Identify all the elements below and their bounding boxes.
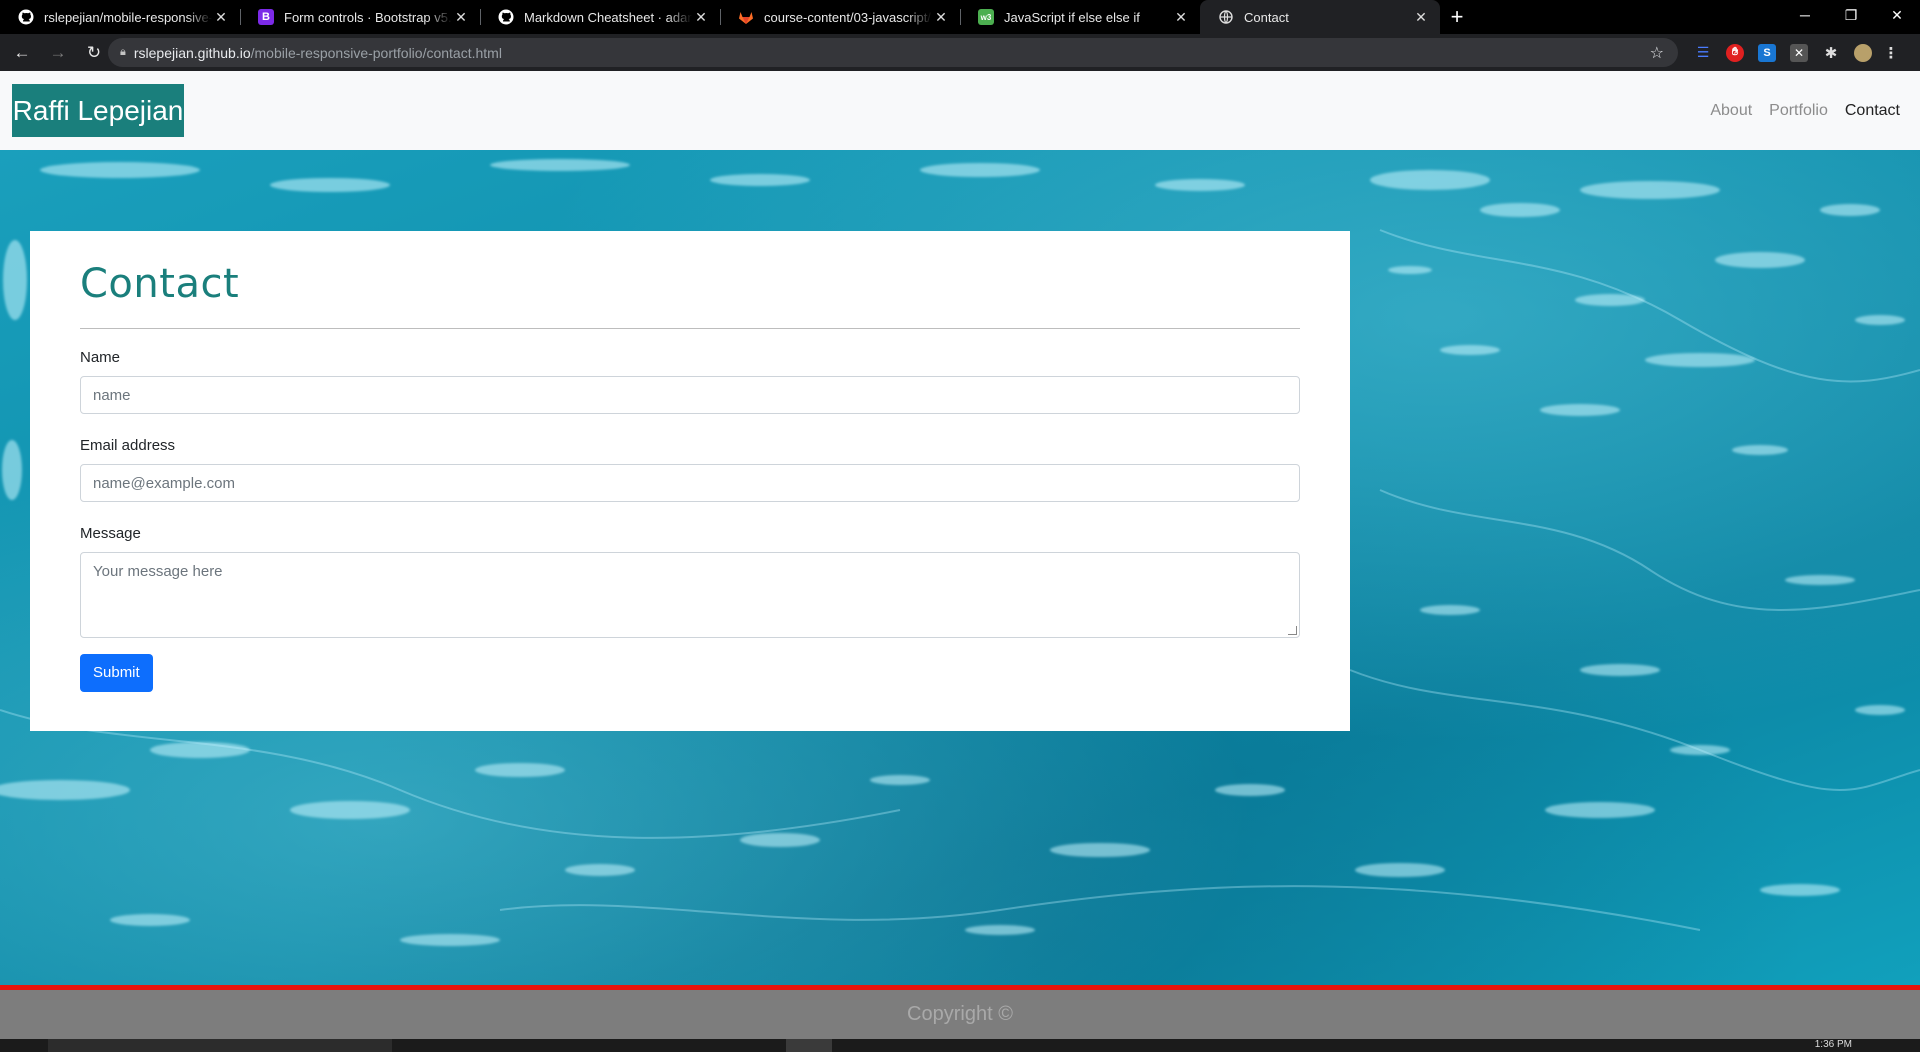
tab-title: Contact — [1244, 9, 1289, 25]
new-tab-button[interactable]: + — [1440, 0, 1474, 34]
tab-title: JavaScript if else else if — [1004, 9, 1140, 25]
s-extension-icon[interactable]: S — [1758, 43, 1776, 62]
nav-link-about[interactable]: About — [1710, 102, 1752, 120]
taskbar-clock: 1:36 PM — [1814, 1039, 1852, 1050]
tab-gitlab[interactable]: course-content/03-javascript/homework ✕ — [720, 0, 960, 34]
list-extension-icon[interactable]: ☰ — [1694, 44, 1712, 62]
github-icon — [18, 9, 34, 25]
minimize-icon[interactable]: ─ — [1782, 0, 1828, 30]
contact-card: Contact Name name Email address name@exa… — [30, 231, 1350, 731]
message-label: Message — [80, 525, 141, 542]
tab-contact[interactable]: Contact ✕ — [1200, 0, 1440, 34]
submit-button[interactable]: Submit — [80, 654, 153, 692]
restore-icon[interactable]: ❐ — [1828, 0, 1874, 30]
url-path: /mobile-responsive-portfolio/contact.htm… — [250, 44, 502, 61]
github-icon — [498, 9, 514, 25]
puzzle-extensions-icon[interactable]: ✱ — [1822, 44, 1840, 62]
email-label: Email address — [80, 437, 176, 454]
os-taskbar: 1:36 PM — [0, 1039, 1920, 1052]
lock-icon[interactable]: 🔒︎ — [120, 46, 126, 59]
cross-extension-icon[interactable]: ✕ — [1790, 43, 1808, 62]
message-textarea[interactable]: Your message here — [80, 552, 1300, 638]
address-bar[interactable]: 🔒︎ rslepejian.github.io /mobile-responsi… — [108, 38, 1678, 67]
name-label: Name — [80, 349, 121, 366]
page-title: Contact — [80, 261, 240, 307]
nav-link-portfolio[interactable]: Portfolio — [1769, 102, 1828, 120]
tab-github-repo[interactable]: rslepejian/mobile-responsive-portfolio ✕ — [0, 0, 240, 34]
close-icon[interactable]: ✕ — [452, 9, 470, 26]
globe-icon — [1218, 9, 1234, 25]
extensions-area: ☰ ✋︎ S ✕ ✱ ⋮ — [1694, 34, 1910, 71]
close-icon[interactable]: ✕ — [1412, 9, 1430, 26]
nav-link-contact[interactable]: Contact — [1845, 102, 1900, 120]
adblock-extension-icon[interactable]: ✋︎ — [1726, 43, 1744, 62]
bootstrap-icon: B — [258, 9, 274, 25]
window-controls: ─ ❐ ✕ — [1782, 0, 1920, 30]
name-input[interactable]: name — [80, 376, 1300, 414]
close-icon[interactable]: ✕ — [1172, 9, 1190, 26]
bookmark-star-icon[interactable]: ☆ — [1650, 43, 1664, 63]
taskbar-search[interactable] — [48, 1039, 392, 1052]
url-host: rslepejian.github.io — [133, 44, 251, 61]
taskbar-active-app[interactable] — [786, 1039, 832, 1052]
site-footer: Copyright © — [0, 990, 1920, 1039]
close-window-icon[interactable]: ✕ — [1874, 0, 1920, 30]
copyright-text: Copyright © — [907, 1003, 1013, 1025]
close-icon[interactable]: ✕ — [932, 9, 950, 26]
site-navbar: Raffi Lepejian About Portfolio Contact — [0, 71, 1920, 150]
tab-bootstrap[interactable]: B Form controls · Bootstrap v5.0 ✕ — [240, 0, 480, 34]
site-nav-links: About Portfolio Contact — [1693, 71, 1900, 150]
forward-arrow-icon[interactable]: → — [44, 39, 72, 67]
site-brand[interactable]: Raffi Lepejian — [12, 84, 184, 137]
email-input[interactable]: name@example.com — [80, 464, 1300, 502]
tab-title: course-content/03-javascript/homework — [764, 9, 932, 25]
divider — [80, 328, 1300, 329]
close-icon[interactable]: ✕ — [692, 9, 710, 26]
profile-avatar[interactable] — [1854, 43, 1872, 62]
reload-icon[interactable]: ↻ — [80, 39, 108, 67]
browser-toolbar: ← → ↻ 🔒︎ rslepejian.github.io /mobile-re… — [0, 34, 1920, 71]
tab-title: rslepejian/mobile-responsive-portfolio — [44, 9, 212, 25]
tab-title: Markdown Cheatsheet · adam-p/markdown-he… — [524, 9, 692, 25]
tab-w3schools[interactable]: w3 JavaScript if else else if ✕ — [960, 0, 1200, 34]
back-arrow-icon[interactable]: ← — [8, 39, 36, 67]
tab-markdown[interactable]: Markdown Cheatsheet · adam-p/markdown-he… — [480, 0, 720, 34]
close-icon[interactable]: ✕ — [212, 9, 230, 26]
tab-strip: rslepejian/mobile-responsive-portfolio ✕… — [0, 0, 1920, 34]
w3schools-icon: w3 — [978, 9, 994, 25]
tab-title: Form controls · Bootstrap v5.0 — [284, 9, 452, 25]
gitlab-icon — [738, 9, 754, 25]
menu-kebab-icon[interactable]: ⋮ — [1884, 44, 1899, 62]
